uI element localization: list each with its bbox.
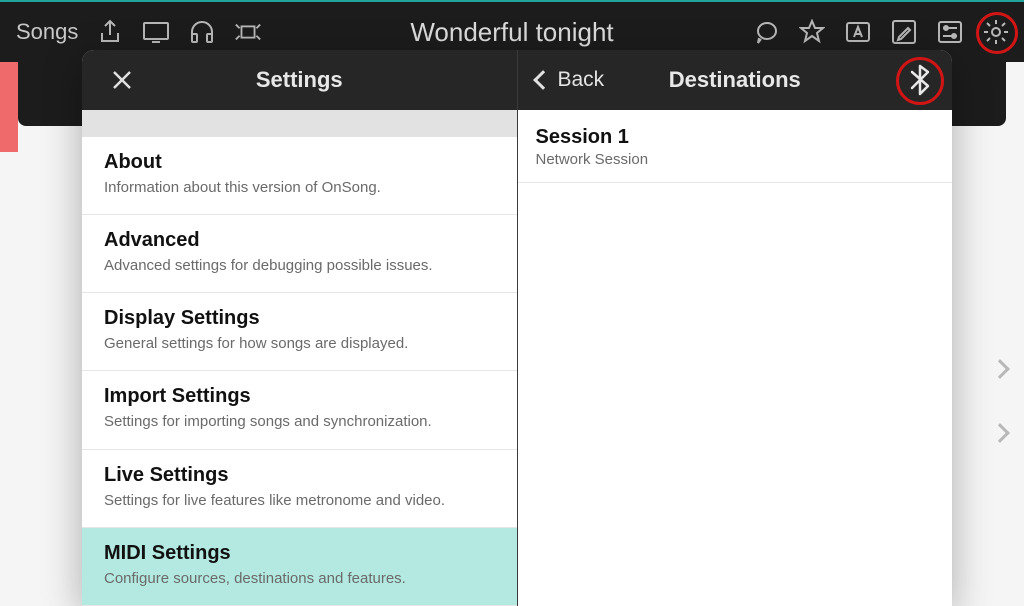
headphones-icon[interactable] (188, 18, 216, 46)
settings-spacer (82, 110, 517, 137)
settings-list: About Information about this version of O… (82, 137, 517, 606)
item-subtitle: Configure sources, destinations and feat… (104, 569, 495, 589)
destinations-title: Destinations (518, 67, 953, 93)
item-subtitle: Settings for importing songs and synchro… (104, 412, 495, 432)
settings-item-advanced[interactable]: Advanced Advanced settings for debugging … (82, 215, 517, 293)
settings-header: Settings (82, 50, 517, 110)
settings-item-display-settings[interactable]: Display Settings General settings for how… (82, 293, 517, 371)
stage-icon[interactable] (234, 18, 262, 46)
destinations-panel: Back Destinations Session 1 Network Sessi… (518, 50, 953, 606)
item-title: Advanced (104, 229, 495, 252)
item-title: Display Settings (104, 307, 495, 330)
settings-modal: Settings About Information about this ver… (82, 50, 952, 606)
bluetooth-icon[interactable] (906, 62, 934, 98)
display-icon[interactable] (142, 18, 170, 46)
item-subtitle: General settings for how songs are displ… (104, 334, 495, 354)
item-subtitle: Information about this version of OnSong… (104, 178, 495, 198)
item-subtitle: Settings for live features like metronom… (104, 491, 495, 511)
chevron-right-icon (990, 423, 1010, 443)
edit-icon[interactable] (890, 18, 918, 46)
settings-item-import-settings[interactable]: Import Settings Settings for importing so… (82, 371, 517, 449)
background-row (982, 404, 1018, 462)
item-title: Import Settings (104, 385, 495, 408)
star-icon[interactable] (798, 18, 826, 46)
share-icon[interactable] (96, 18, 124, 46)
settings-item-midi-settings[interactable]: MIDI Settings Configure sources, destinat… (82, 528, 517, 606)
settings-panel: Settings About Information about this ver… (82, 50, 518, 606)
item-title: About (104, 151, 495, 174)
background-marker (0, 62, 18, 152)
destinations-header: Back Destinations (518, 50, 953, 110)
settings-title: Settings (82, 67, 517, 93)
destinations-list: Session 1 Network Session (518, 110, 953, 183)
gear-icon[interactable] (982, 18, 1010, 46)
item-subtitle: Advanced settings for debugging possible… (104, 256, 495, 276)
item-title: MIDI Settings (104, 542, 495, 565)
sliders-icon[interactable] (936, 18, 964, 46)
songs-button[interactable]: Songs (16, 19, 78, 45)
chat-icon[interactable] (752, 18, 780, 46)
destination-title: Session 1 (536, 126, 935, 149)
item-title: Live Settings (104, 464, 495, 487)
destination-item[interactable]: Session 1 Network Session (518, 110, 953, 183)
font-icon[interactable] (844, 18, 872, 46)
chevron-right-icon (990, 359, 1010, 379)
background-row (982, 340, 1018, 398)
settings-item-about[interactable]: About Information about this version of O… (82, 137, 517, 215)
destination-subtitle: Network Session (536, 151, 935, 168)
settings-item-live-settings[interactable]: Live Settings Settings for live features … (82, 450, 517, 528)
